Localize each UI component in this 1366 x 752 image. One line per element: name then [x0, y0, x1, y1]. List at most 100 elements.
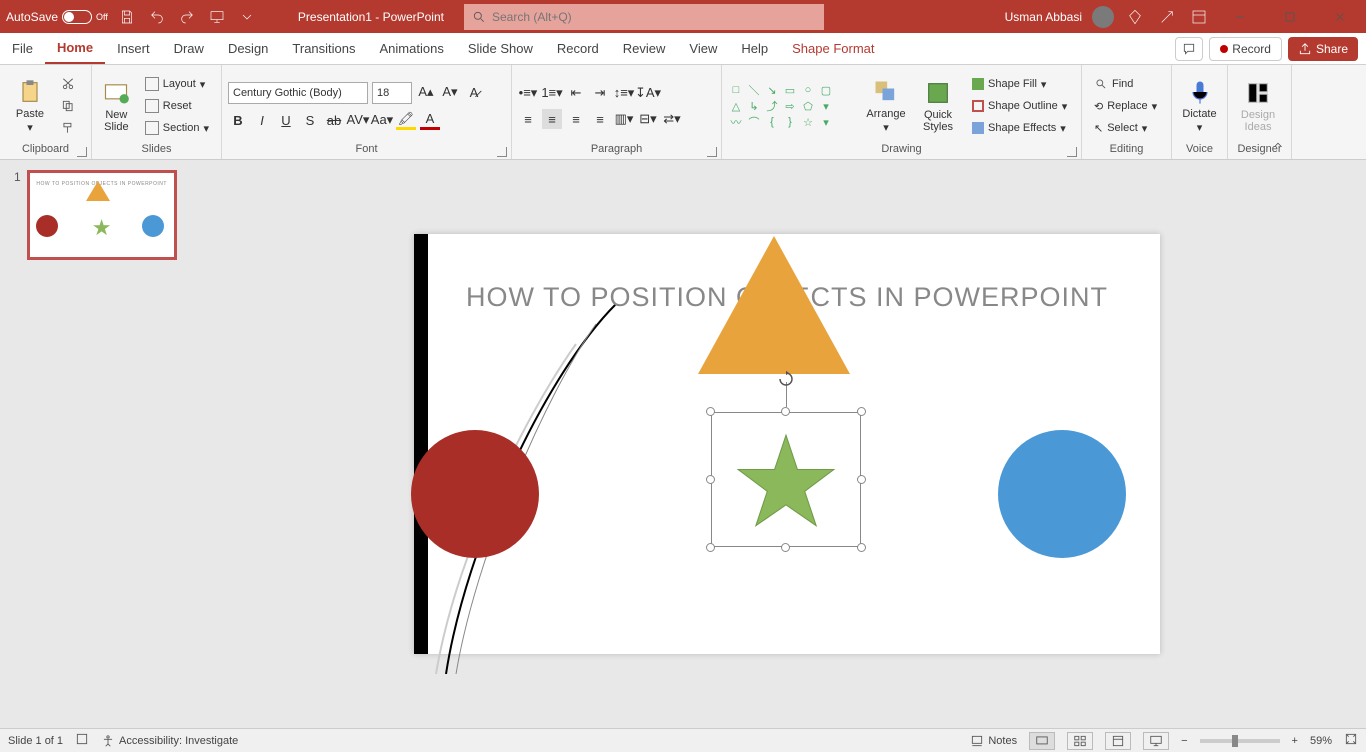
character-spacing-icon[interactable]: AV▾	[348, 110, 368, 130]
resize-handle-bl[interactable]	[706, 543, 715, 552]
sorter-view-button[interactable]	[1067, 732, 1093, 750]
strikethrough-button[interactable]: ab	[324, 110, 344, 130]
shape-oval-icon[interactable]: ○	[800, 83, 816, 97]
shape-line-icon[interactable]: ＼	[746, 83, 762, 97]
shape-fill-button[interactable]: Shape Fill▾	[966, 74, 1073, 94]
cut-icon[interactable]	[58, 74, 78, 94]
save-icon[interactable]	[116, 6, 138, 28]
redo-icon[interactable]	[176, 6, 198, 28]
zoom-in-button[interactable]: +	[1292, 735, 1298, 747]
zoom-out-button[interactable]: −	[1181, 735, 1187, 747]
tab-insert[interactable]: Insert	[105, 33, 162, 64]
diamond-icon[interactable]	[1124, 6, 1146, 28]
new-slide-button[interactable]: New Slide	[98, 69, 135, 143]
align-center-icon[interactable]: ≡	[542, 109, 562, 129]
text-direction-icon[interactable]: ↧A▾	[638, 83, 658, 103]
reading-view-button[interactable]	[1105, 732, 1131, 750]
qat-more-icon[interactable]	[236, 6, 258, 28]
zoom-percent[interactable]: 59%	[1310, 735, 1332, 747]
tab-transitions[interactable]: Transitions	[280, 33, 367, 64]
shape-brace-l-icon[interactable]: {	[764, 115, 780, 129]
change-case-icon[interactable]: Aa▾	[372, 110, 392, 130]
undo-icon[interactable]	[146, 6, 168, 28]
shape-circle-blue[interactable]	[998, 430, 1126, 558]
design-ideas-button[interactable]: Design Ideas	[1234, 69, 1282, 143]
resize-handle-tm[interactable]	[781, 407, 790, 416]
paragraph-launcher-icon[interactable]	[707, 147, 717, 157]
bold-button[interactable]: B	[228, 110, 248, 130]
collapse-ribbon-icon[interactable]	[1271, 138, 1285, 155]
shape-curve-icon[interactable]: 〰	[728, 115, 744, 129]
underline-button[interactable]: U	[276, 110, 296, 130]
shape-pentagon-icon[interactable]: ⬠	[800, 99, 816, 113]
shape-outline-button[interactable]: Shape Outline▾	[966, 96, 1073, 116]
align-text-icon[interactable]: ⊟▾	[638, 109, 658, 129]
highlight-color-icon[interactable]: 🖍	[396, 110, 416, 130]
font-launcher-icon[interactable]	[497, 147, 507, 157]
replace-button[interactable]: ⟲Replace▾	[1088, 96, 1163, 116]
select-button[interactable]: ↖Select▾	[1088, 118, 1163, 138]
shadow-button[interactable]: S	[300, 110, 320, 130]
tab-shape-format[interactable]: Shape Format	[780, 33, 886, 64]
zoom-slider[interactable]	[1200, 739, 1280, 743]
shape-arc-icon[interactable]: ⌒	[746, 115, 762, 129]
font-name-combo[interactable]: Century Gothic (Body)	[228, 82, 368, 104]
decrease-indent-icon[interactable]: ⇤	[566, 83, 586, 103]
slide-thumbnail-1[interactable]: HOW TO POSITION OBJECTS IN POWERPOINT ★	[27, 170, 177, 260]
normal-view-button[interactable]	[1029, 732, 1055, 750]
resize-handle-mr[interactable]	[857, 475, 866, 484]
shape-brace-r-icon[interactable]: }	[782, 115, 798, 129]
shape-gallery[interactable]: □ ＼ ↘ ▭ ○ ▢ △ ↳ ⤴ ⇨ ⬠ ▾ 〰 ⌒	[728, 69, 858, 143]
shape-arrowblock-icon[interactable]: ⇨	[782, 99, 798, 113]
autosave-toggle[interactable]: AutoSave Off	[6, 10, 108, 24]
spellcheck-icon[interactable]	[75, 732, 89, 749]
shape-chevron-icon[interactable]: ▾	[818, 99, 834, 113]
close-button[interactable]	[1320, 1, 1360, 33]
resize-handle-ml[interactable]	[706, 475, 715, 484]
tab-view[interactable]: View	[677, 33, 729, 64]
tab-animations[interactable]: Animations	[368, 33, 456, 64]
drawing-launcher-icon[interactable]	[1067, 147, 1077, 157]
font-color-icon[interactable]: A	[420, 110, 440, 130]
reset-button[interactable]: Reset	[139, 96, 215, 116]
tab-home[interactable]: Home	[45, 33, 105, 64]
line-spacing-icon[interactable]: ↕≡▾	[614, 83, 634, 103]
slide-canvas-area[interactable]: HOW TO POSITION OBJECTS IN POWERPOINT	[208, 160, 1366, 728]
resize-handle-bm[interactable]	[781, 543, 790, 552]
arrange-button[interactable]: Arrange▾	[862, 69, 910, 143]
decrease-font-icon[interactable]: A▾	[440, 82, 460, 102]
slide[interactable]: HOW TO POSITION OBJECTS IN POWERPOINT	[414, 234, 1160, 654]
columns-icon[interactable]: ▥▾	[614, 109, 634, 129]
search-box[interactable]	[464, 4, 824, 30]
format-painter-icon[interactable]	[58, 118, 78, 138]
username-label[interactable]: Usman Abbasi	[1005, 10, 1082, 24]
quick-styles-button[interactable]: Quick Styles	[914, 69, 962, 143]
smartart-convert-icon[interactable]: ⇄▾	[662, 109, 682, 129]
slide-thumbnail-pane[interactable]: 1 HOW TO POSITION OBJECTS IN POWERPOINT …	[0, 160, 208, 728]
tab-file[interactable]: File	[0, 33, 45, 64]
tab-help[interactable]: Help	[729, 33, 780, 64]
avatar[interactable]	[1092, 6, 1114, 28]
bullets-icon[interactable]: •≡▾	[518, 83, 538, 103]
align-right-icon[interactable]: ≡	[566, 109, 586, 129]
section-button[interactable]: Section▾	[139, 118, 215, 138]
shape-gallery-more-icon[interactable]: ▾	[818, 115, 834, 129]
clear-formatting-icon[interactable]: A̷	[464, 82, 484, 102]
shape-textbox-icon[interactable]: □	[728, 83, 744, 97]
ribbon-display-icon[interactable]	[1188, 6, 1210, 28]
shape-star-selected[interactable]	[711, 412, 861, 547]
comments-button[interactable]	[1175, 37, 1203, 61]
font-size-combo[interactable]: 18	[372, 82, 412, 104]
shape-connector-icon[interactable]: ↳	[746, 99, 762, 113]
minimize-button[interactable]	[1220, 1, 1260, 33]
tab-design[interactable]: Design	[216, 33, 280, 64]
layout-button[interactable]: Layout▾	[139, 74, 215, 94]
slide-counter[interactable]: Slide 1 of 1	[8, 735, 63, 747]
increase-font-icon[interactable]: A▴	[416, 82, 436, 102]
resize-handle-tl[interactable]	[706, 407, 715, 416]
shape-arrow-icon[interactable]: ↘	[764, 83, 780, 97]
clipboard-launcher-icon[interactable]	[77, 147, 87, 157]
paste-button[interactable]: Paste ▾	[6, 69, 54, 143]
autosave-switch-icon[interactable]	[62, 10, 92, 24]
copy-icon[interactable]	[58, 96, 78, 116]
